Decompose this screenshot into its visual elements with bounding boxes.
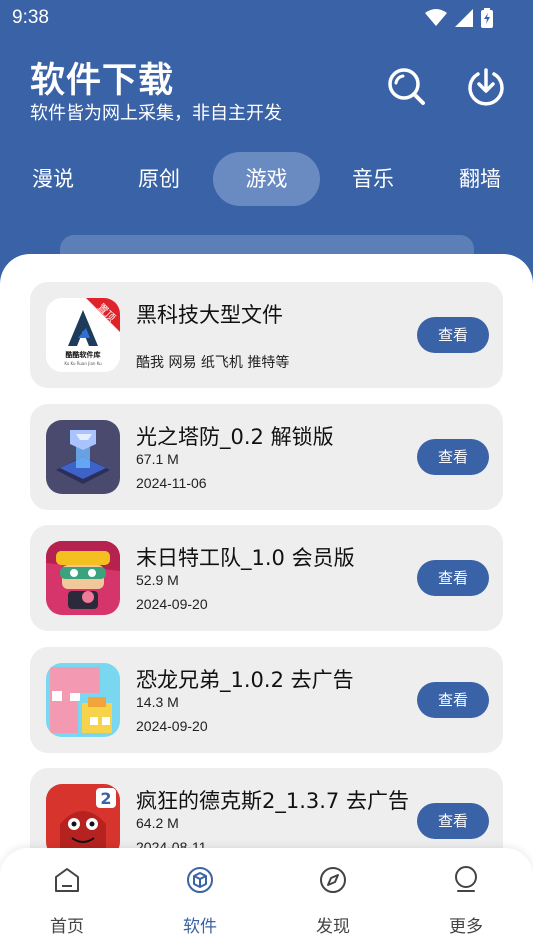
app-title: 疯狂的德克斯2_1.3.7 去广告	[136, 789, 409, 813]
compass-icon	[320, 867, 346, 893]
app-size: 52.9 M	[136, 572, 179, 588]
view-button[interactable]: 查看	[417, 317, 489, 353]
app-size: 64.2 M	[136, 815, 179, 831]
app-size: 67.1 M	[136, 451, 179, 467]
page-subtitle: 软件皆为网上采集，非自主开发	[30, 103, 282, 124]
download-button[interactable]	[466, 66, 506, 106]
search-icon	[388, 68, 425, 105]
nav-discover[interactable]: 发现	[283, 848, 383, 948]
app-icon	[46, 541, 120, 615]
app-title: 末日特工队_1.0 会员版	[136, 546, 355, 570]
view-button[interactable]: 查看	[417, 439, 489, 475]
list-item[interactable]: 末日特工队_1.0 会员版 52.9 M 2024-09-20 查看	[30, 525, 503, 631]
view-button[interactable]: 查看	[417, 803, 489, 839]
header-bar: 9:38 软件下载 软件皆为网上采集，非自主开发 漫说 原创 游戏 音乐 翻墙	[0, 0, 533, 290]
user-icon	[455, 866, 477, 892]
download-icon	[468, 68, 504, 106]
app-tags: 酷我 网易 纸飞机 推特等	[136, 355, 290, 371]
home-icon	[55, 868, 79, 892]
nav-label: 首页	[50, 917, 84, 937]
bottom-nav: 首页 软件 发现 更多	[0, 848, 533, 948]
app-list: 置顶 酷酷软件库 Ku Ku Ruan Jian Ku 黑科技大型文件 酷我 网…	[0, 254, 533, 948]
nav-label: 软件	[183, 917, 217, 937]
icon-caption: 酷酷软件库	[66, 350, 101, 359]
icon-subcaption: Ku Ku Ruan Jian Ku	[64, 361, 102, 366]
category-tabs: 漫说 原创 游戏 音乐 翻墙	[0, 152, 533, 206]
nav-more[interactable]: 更多	[416, 848, 516, 948]
app-date: 2024-09-20	[136, 718, 208, 734]
app-title: 恐龙兄弟_1.0.2 去广告	[136, 668, 354, 692]
status-icons	[425, 8, 493, 28]
search-button[interactable]	[386, 66, 426, 106]
app-title: 光之塔防_0.2 解锁版	[136, 425, 334, 449]
app-date: 2024-09-20	[136, 596, 208, 612]
status-time: 9:38	[12, 7, 49, 28]
nav-label: 更多	[449, 917, 483, 937]
tab-yinyue[interactable]: 音乐	[320, 152, 426, 206]
app-title: 黑科技大型文件	[136, 303, 283, 327]
svg-text:2: 2	[100, 789, 111, 808]
app-size: 14.3 M	[136, 694, 179, 710]
page-title: 软件下载	[30, 61, 175, 101]
nav-software[interactable]: 软件	[150, 848, 250, 948]
app-icon	[46, 420, 120, 494]
app-icon: 置顶 酷酷软件库 Ku Ku Ruan Jian Ku	[46, 298, 120, 372]
app-icon: 2	[46, 784, 120, 858]
battery-icon	[481, 8, 493, 28]
nav-label: 发现	[316, 917, 350, 937]
nav-home[interactable]: 首页	[17, 848, 117, 948]
tab-manshuo[interactable]: 漫说	[0, 152, 106, 206]
signal-icon	[455, 9, 473, 27]
view-button[interactable]: 查看	[417, 560, 489, 596]
list-item[interactable]: 光之塔防_0.2 解锁版 67.1 M 2024-11-06 查看	[30, 404, 503, 510]
list-item[interactable]: 恐龙兄弟_1.0.2 去广告 14.3 M 2024-09-20 查看	[30, 647, 503, 753]
view-button[interactable]: 查看	[417, 682, 489, 718]
tab-youxi[interactable]: 游戏	[213, 152, 320, 206]
status-bar: 9:38	[0, 0, 533, 36]
box-icon	[187, 867, 213, 893]
wifi-icon	[425, 9, 447, 26]
list-item[interactable]: 置顶 酷酷软件库 Ku Ku Ruan Jian Ku 黑科技大型文件 酷我 网…	[30, 282, 503, 388]
app-date: 2024-11-06	[136, 475, 207, 491]
tab-fanqiang[interactable]: 翻墙	[427, 152, 533, 206]
app-icon	[46, 663, 120, 737]
tab-yuanchuang[interactable]: 原创	[106, 152, 212, 206]
